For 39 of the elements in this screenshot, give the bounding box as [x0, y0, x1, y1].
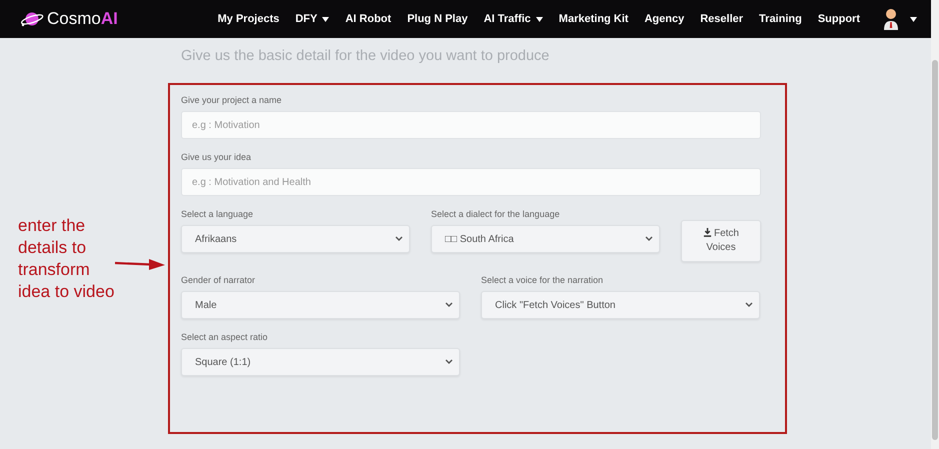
user-menu-button[interactable] — [884, 8, 917, 30]
nav-link[interactable]: DFY — [295, 13, 330, 25]
field-label: Give your project a name — [181, 95, 283, 106]
chevron-icon — [445, 302, 453, 308]
nav-link[interactable]: Reseller — [700, 13, 744, 25]
select-field[interactable]: Afrikaans — [181, 225, 410, 253]
fetch-voices-button[interactable]: Fetch Voices — [681, 220, 761, 262]
nav-link[interactable]: Training — [759, 13, 802, 25]
chevron-icon — [395, 236, 403, 242]
nav-link[interactable]: AI Traffic — [484, 13, 543, 25]
nav-link[interactable]: AI Robot — [345, 13, 392, 25]
field-label: Give us your idea — [181, 152, 252, 163]
input-field[interactable]: e.g : Motivation and Health — [181, 168, 761, 196]
chevron-icon — [445, 359, 453, 365]
nav-link[interactable]: My Projects — [218, 13, 280, 25]
annotation-text: enter the details to transform idea to video — [18, 214, 116, 302]
chevron-icon — [745, 302, 753, 308]
nav-link[interactable]: Support — [818, 13, 860, 25]
nav-link[interactable]: Plug N Play — [407, 13, 468, 25]
chevron-icon — [645, 236, 653, 242]
page-heading: Give us the basic detail for the video you want to produce — [181, 48, 550, 64]
field-label: Gender of narrator — [181, 275, 256, 286]
nav-link[interactable]: Marketing Kit — [558, 13, 628, 25]
select-field[interactable]: Click "Fetch Voices" Button — [481, 291, 760, 319]
field-label: Select a language — [181, 209, 254, 220]
select-field[interactable]: Male — [181, 291, 460, 319]
planet-logo-icon — [20, 10, 44, 28]
avatar-icon — [884, 8, 898, 30]
input-field[interactable]: e.g : Motivation — [181, 111, 761, 139]
nav-link[interactable]: Agency — [644, 13, 684, 25]
select-field[interactable]: □□ South Africa — [431, 225, 660, 253]
select-field[interactable]: Square (1:1) — [181, 348, 460, 376]
download-icon — [702, 228, 712, 237]
arrow-icon — [115, 258, 165, 270]
field-label: Select a dialect for the language — [431, 209, 561, 220]
field-label: Select an aspect ratio — [181, 332, 269, 343]
scrollbar[interactable] — [931, 0, 939, 449]
field-label: Select a voice for the narration — [481, 275, 604, 286]
brand-name: CosmoAI — [47, 9, 118, 29]
